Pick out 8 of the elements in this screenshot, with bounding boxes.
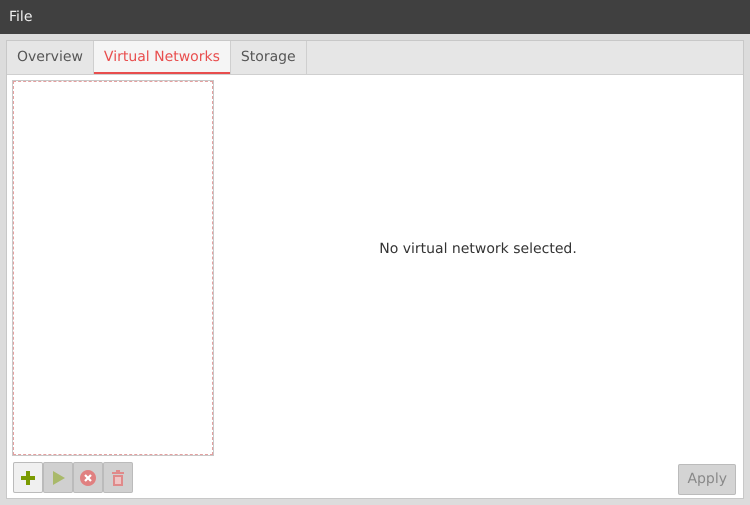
tab[interactable]: Virtual Networks (94, 41, 231, 74)
tab[interactable]: Storage (230, 41, 307, 74)
trash-icon (109, 468, 127, 486)
menu-item[interactable]: File (9, 6, 32, 28)
empty-message: No virtual network selected. (379, 240, 577, 259)
plus-icon (19, 468, 37, 486)
close-circle-icon (79, 468, 97, 486)
add-button[interactable] (13, 462, 43, 493)
